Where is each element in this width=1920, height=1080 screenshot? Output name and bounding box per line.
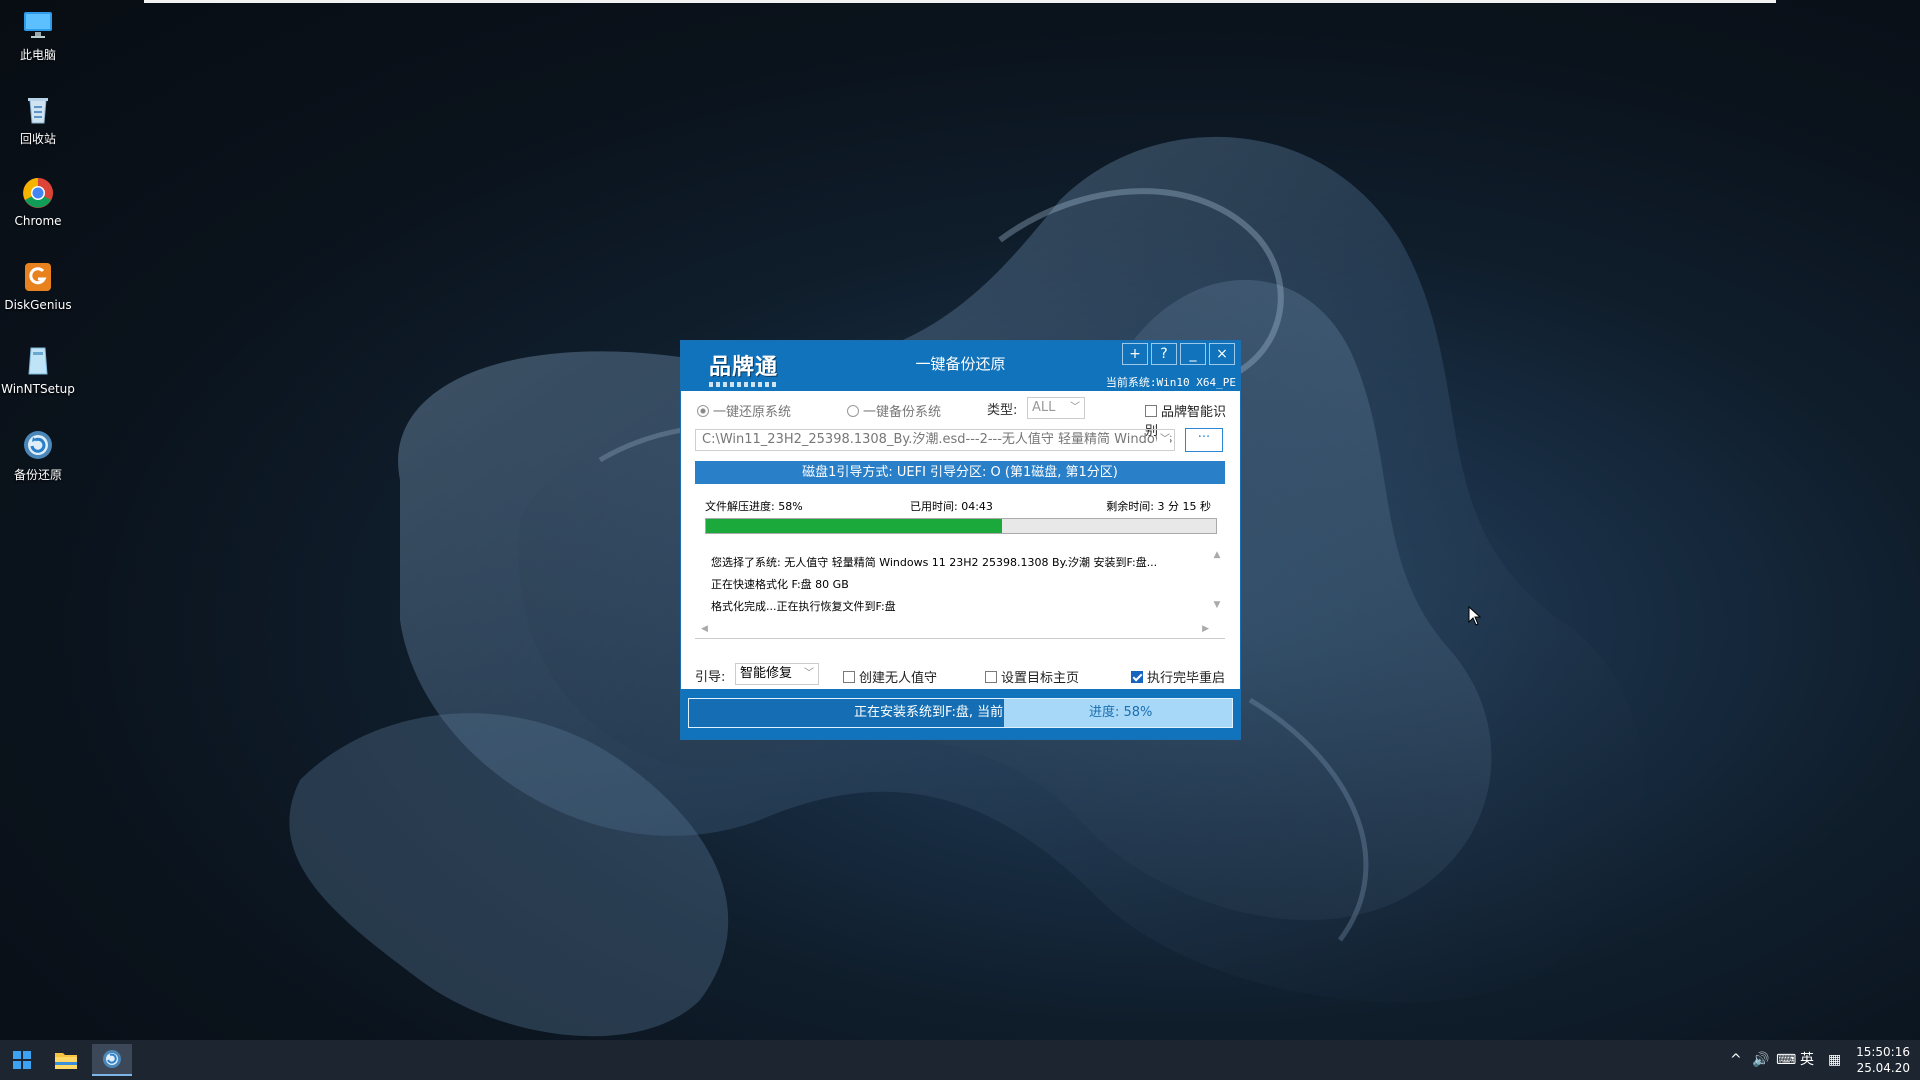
taskbar-backup-restore[interactable] <box>92 1044 132 1076</box>
pin-button[interactable]: + <box>1122 343 1148 365</box>
homepage-checkbox[interactable]: 设置目标主页 <box>985 667 1079 686</box>
desktop-icon-recycle-bin[interactable]: 回收站 <box>0 92 76 147</box>
input-method-icon[interactable]: ▦ <box>1828 1040 1841 1080</box>
current-system-info: 当前系统:Win10 X64_PE <box>1105 376 1236 389</box>
dialog-titlebar[interactable]: 品牌通 一键备份还原 + ? _ × 当前系统:Win10 X64_PE <box>681 341 1240 391</box>
log-line: 您选择了系统: 无人值守 轻量精简 Windows 11 23H2 25398.… <box>711 556 1158 569</box>
backup-restore-dialog: 品牌通 一键备份还原 + ? _ × 当前系统:Win10 X64_PE 一键还… <box>680 340 1241 740</box>
install-status-text: 正在安装系统到F:盘, 当前 <box>854 705 1004 720</box>
desktop-icon-label: 备份还原 <box>13 468 62 482</box>
tray-chevron-up-icon[interactable]: ^ <box>1730 1040 1742 1080</box>
log-line: 正在快速格式化 F:盘 80 GB <box>711 578 849 591</box>
extract-progress-section: 文件解压进度: 58% 已用时间: 04:43 剩余时间: 3 分 15 秒 <box>695 496 1225 540</box>
radio-label: 一键备份系统 <box>863 405 942 420</box>
checkbox-label: 创建无人值守 <box>859 671 938 686</box>
image-path-value: C:\Win11_23H2_25398.1308_By.汐潮.esd---2--… <box>702 432 1173 447</box>
taskbar: ^ 🔊 ⌨ 英 ▦ 15:50:16 25.04.20 <box>0 1040 1920 1080</box>
backup-restore-icon <box>103 1050 121 1068</box>
desktop-icon-this-pc[interactable]: 此电脑 <box>0 8 76 63</box>
log-panel[interactable]: 您选择了系统: 无人值守 轻量精简 Windows 11 23H2 25398.… <box>695 544 1225 639</box>
vertical-scrollbar[interactable]: ▲ ▼ <box>1211 550 1223 616</box>
clock-date: 25.04.20 <box>1856 1061 1910 1075</box>
diskgenius-icon <box>25 263 51 291</box>
type-select-value: ALL <box>1032 400 1056 415</box>
windows-start-icon <box>13 1051 31 1069</box>
desktop-icon-label: Chrome <box>14 214 62 228</box>
scroll-right-icon[interactable]: ▶ <box>1202 624 1209 634</box>
top-edge-line <box>144 0 1776 3</box>
options-row: 引导: 智能修复 ﹀ 创建无人值守 设置目标主页 执行完毕重启 <box>695 661 1232 687</box>
desktop-icon-backup-restore[interactable]: 备份还原 <box>0 428 76 483</box>
radio-restore-system[interactable]: 一键还原系统 <box>697 401 791 420</box>
horizontal-scrollbar[interactable]: ◀ ▶ <box>701 624 1209 636</box>
mode-row: 一键还原系统 一键备份系统 类型: ALL ﹀ 品牌智能识别 <box>697 397 1232 439</box>
status-area: 正在安装系统到F:盘, 当前 进度: 58% <box>681 689 1240 739</box>
checkbox-icon <box>985 671 997 683</box>
elapsed-time: 已用时间: 04:43 <box>910 500 993 513</box>
volume-icon[interactable]: 🔊 <box>1752 1040 1769 1080</box>
image-path-select[interactable]: C:\Win11_23H2_25398.1308_By.汐潮.esd---2--… <box>695 429 1175 451</box>
desktop-icon-label: 此电脑 <box>19 48 56 62</box>
desktop-icon-diskgenius[interactable]: DiskGenius <box>0 260 76 312</box>
clock-time: 15:50:16 <box>1856 1045 1910 1059</box>
mouse-cursor <box>1468 606 1482 626</box>
boot-label: 引导: <box>695 670 726 685</box>
input-language[interactable]: 英 <box>1800 1040 1814 1080</box>
radio-label: 一键还原系统 <box>713 405 792 420</box>
desktop-icon-label: DiskGenius <box>4 298 72 312</box>
taskbar-file-explorer[interactable] <box>46 1044 86 1076</box>
minimize-button[interactable]: _ <box>1180 343 1206 365</box>
remaining-time: 剩余时间: 3 分 15 秒 <box>1106 500 1211 513</box>
log-line: 格式化完成...正在执行恢复文件到F:盘 <box>711 600 896 613</box>
chevron-down-icon: ﹀ <box>1070 402 1080 413</box>
keyboard-icon[interactable]: ⌨ <box>1776 1040 1796 1080</box>
checkbox-label: 执行完毕重启 <box>1147 671 1226 686</box>
chevron-down-icon: ﹀ <box>804 668 814 679</box>
checkbox-label: 设置目标主页 <box>1001 671 1080 686</box>
boot-mode-value: 智能修复 <box>740 666 793 681</box>
checkbox-icon <box>1145 405 1157 417</box>
scroll-down-icon[interactable]: ▼ <box>1211 600 1223 610</box>
desktop-icon-label: 回收站 <box>19 132 56 146</box>
chrome-icon <box>23 178 53 208</box>
type-select[interactable]: ALL ﹀ <box>1027 397 1085 419</box>
start-button[interactable] <box>2 1044 42 1076</box>
help-button[interactable]: ? <box>1151 343 1177 365</box>
checkbox-checked-icon <box>1131 671 1143 683</box>
unattended-checkbox[interactable]: 创建无人值守 <box>843 667 937 686</box>
taskbar-clock[interactable]: 15:50:16 25.04.20 <box>1856 1044 1910 1076</box>
browse-button[interactable]: ··· <box>1185 428 1223 452</box>
desktop-icon-chrome[interactable]: Chrome <box>0 176 76 228</box>
type-label: 类型: <box>987 403 1018 418</box>
desktop-icon-label: WinNTSetup <box>1 382 75 396</box>
install-progress-bar: 正在安装系统到F:盘, 当前 进度: 58% <box>688 698 1233 728</box>
close-button[interactable]: × <box>1209 343 1235 365</box>
radio-icon <box>847 405 859 417</box>
radio-backup-system[interactable]: 一键备份系统 <box>847 401 941 420</box>
extract-progress-bar <box>705 518 1217 534</box>
winntsetup-icon <box>28 347 48 375</box>
reboot-checkbox[interactable]: 执行完毕重启 <box>1131 667 1225 686</box>
monitor-icon <box>24 12 52 38</box>
recycle-bin-icon <box>28 98 48 124</box>
install-progress-text: 进度: 58% <box>1089 705 1153 720</box>
chevron-down-icon: ﹀ <box>1157 430 1170 450</box>
boot-info-bar: 磁盘1引导方式: UEFI 引导分区: O (第1磁盘, 第1分区) <box>695 461 1225 484</box>
checkbox-icon <box>843 671 855 683</box>
radio-icon <box>697 405 709 417</box>
scroll-left-icon[interactable]: ◀ <box>701 624 708 634</box>
extract-progress-fill <box>706 519 1002 533</box>
backup-restore-icon <box>24 431 52 459</box>
folder-icon <box>55 1053 77 1069</box>
scroll-up-icon[interactable]: ▲ <box>1211 550 1223 560</box>
extract-progress-label: 文件解压进度: 58% <box>705 500 803 513</box>
boot-mode-select[interactable]: 智能修复 ﹀ <box>735 663 819 685</box>
desktop-icon-winntsetup[interactable]: WinNTSetup <box>0 344 76 396</box>
